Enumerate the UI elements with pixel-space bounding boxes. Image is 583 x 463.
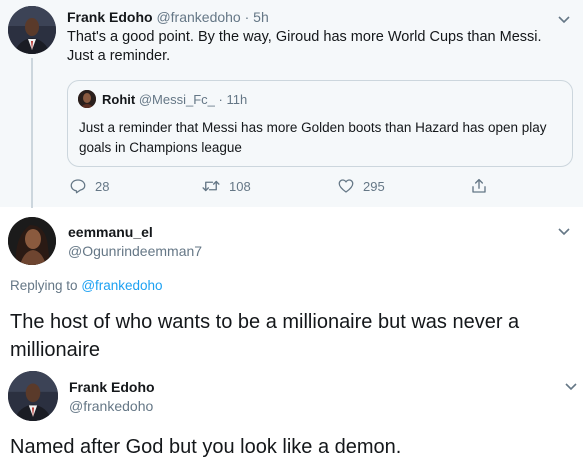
chevron-down-icon[interactable]: [564, 381, 578, 391]
reply-button[interactable]: 28: [69, 176, 109, 196]
quoted-tweet-time: · 11h: [218, 92, 248, 107]
tweet-time[interactable]: · 5h: [245, 9, 269, 25]
like-button[interactable]: 295: [337, 176, 385, 196]
reply-count: 28: [95, 178, 110, 194]
replying-to-link[interactable]: @frankedoho: [81, 278, 162, 293]
like-icon: [338, 179, 354, 193]
quoted-tweet-text: Just a reminder that Messi has more Gold…: [79, 120, 547, 155]
reply-icon: [70, 179, 86, 194]
author-name[interactable]: eemmanu_el: [68, 224, 153, 240]
share-icon: [472, 178, 486, 193]
replying-to-prefix: Replying to: [10, 278, 78, 293]
author-handle[interactable]: @frankedoho: [69, 398, 153, 414]
chevron-down-icon[interactable]: [557, 14, 571, 24]
like-count: 295: [363, 178, 385, 194]
author-handle[interactable]: @Ogunrindeemman7: [68, 243, 202, 259]
author-handle[interactable]: @frankedoho: [156, 9, 240, 25]
tweet-text: That's a good point. By the way, Giroud …: [67, 29, 542, 64]
author-name[interactable]: Frank Edoho: [67, 9, 153, 25]
tweet-text: The host of who wants to be a millionair…: [10, 311, 520, 361]
quoted-author-handle: @Messi_Fc_: [138, 92, 215, 107]
avatar: [78, 90, 96, 108]
avatar[interactable]: [8, 371, 58, 421]
quoted-author-name: Rohit: [102, 92, 136, 107]
replying-to: Replying to @frankedoho: [10, 278, 163, 293]
chevron-down-icon[interactable]: [557, 226, 571, 236]
avatar[interactable]: [8, 217, 56, 265]
share-button[interactable]: [470, 176, 488, 196]
tweet-text: Named after God but you look like a demo…: [10, 436, 402, 458]
author-name[interactable]: Frank Edoho: [69, 379, 155, 395]
avatar[interactable]: [8, 6, 56, 54]
quoted-tweet[interactable]: Rohit @Messi_Fc_ · 11h Just a reminder t…: [67, 80, 573, 167]
retweet-count: 108: [229, 178, 251, 194]
retweet-button[interactable]: 108: [201, 176, 251, 196]
thread-connector-line: [31, 58, 33, 208]
retweet-icon: [202, 180, 220, 192]
parent-tweet[interactable]: Frank Edoho @frankedoho · 5h That's a go…: [0, 0, 583, 208]
